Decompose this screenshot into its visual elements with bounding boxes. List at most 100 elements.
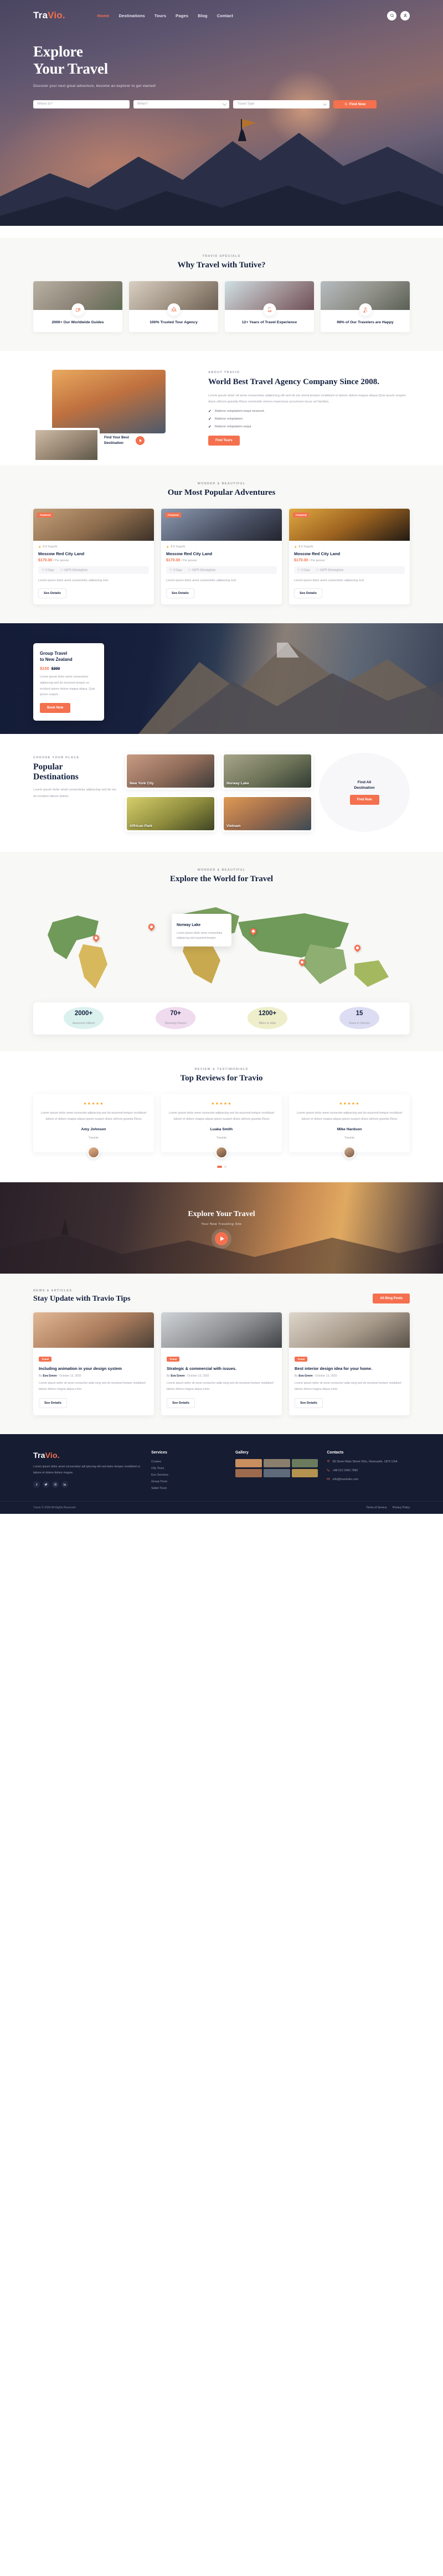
stat-label: Stunning Places bbox=[164, 1021, 187, 1025]
star-icon: ★ bbox=[38, 545, 42, 549]
feature-title: 98% of Our Travelers are Happy bbox=[337, 320, 394, 324]
stat-item: 2000+ Awesome Hikers bbox=[38, 1007, 130, 1030]
nav-item-pages[interactable]: Pages bbox=[176, 13, 188, 18]
destinations-text: Lorem ipsum dolor amet consectetur adipi… bbox=[33, 788, 116, 798]
footer-service-link[interactable]: Cruises bbox=[151, 1459, 226, 1466]
search-travel-type-select[interactable]: Travel Type bbox=[233, 100, 330, 108]
feature-title: 2000+ Our Worldwide Guides bbox=[51, 320, 104, 324]
user-icon[interactable] bbox=[400, 11, 410, 20]
terms-link[interactable]: Terms of Service bbox=[366, 1506, 387, 1509]
privacy-link[interactable]: Privacy Policy bbox=[393, 1506, 410, 1509]
footer-about-text: Lorem ipsum dolor amet consectetur adi i… bbox=[33, 1465, 140, 1475]
feature-card[interactable]: 100% Trusted Tour Agency bbox=[129, 281, 218, 333]
tour-title: Moscow Red City Land bbox=[294, 551, 341, 556]
see-details-button[interactable]: See Details bbox=[38, 588, 66, 598]
check-icon: ✓ bbox=[208, 425, 212, 429]
avatar bbox=[215, 1146, 228, 1158]
group-travel-banner: Group Travel to New Zealand $150 $300 Lore… bbox=[0, 623, 443, 734]
contact-email[interactable]: info@travelsite.com bbox=[327, 1477, 410, 1482]
gallery-thumb[interactable] bbox=[291, 1468, 318, 1477]
review-card: ★★★★★ Lorem ipsum dolor amet consectet a… bbox=[161, 1094, 282, 1158]
search-when-select[interactable]: When? bbox=[133, 100, 230, 108]
gallery-thumb[interactable] bbox=[235, 1458, 262, 1467]
star-icon: ★ bbox=[294, 545, 297, 549]
star-icon: ★ bbox=[166, 545, 169, 549]
blog-section: NEWS & ARTICLES Stay Update with Travio … bbox=[0, 1273, 443, 1434]
nav-item-destinations[interactable]: Destinations bbox=[119, 13, 145, 18]
tour-description: Lorem ipsum dolor amet consectetur adipi… bbox=[294, 579, 365, 583]
about-image-secondary bbox=[33, 428, 100, 463]
destination-card[interactable]: New York City bbox=[125, 752, 216, 789]
tour-card[interactable]: Featured ★ 8.0 Superb Moscow Red City Lan… bbox=[289, 508, 410, 604]
contact-phone[interactable]: +88 012 3456 7890 bbox=[327, 1468, 410, 1473]
all-blog-posts-button[interactable]: All Blog Posts bbox=[373, 1293, 410, 1303]
nav-item-home[interactable]: Home bbox=[97, 13, 110, 18]
gallery-thumb[interactable] bbox=[263, 1468, 290, 1477]
gallery-thumb[interactable] bbox=[235, 1468, 262, 1477]
destinations-grid: New York City Norway Lake Find All Destin… bbox=[125, 752, 410, 832]
see-details-button[interactable]: See Details bbox=[166, 588, 194, 598]
hero-search-bar: Where to? When? Travel Type Find Now bbox=[33, 100, 377, 108]
check-icon: ✓ bbox=[208, 417, 212, 421]
footer-logo[interactable]: TraVio. bbox=[33, 1451, 142, 1460]
logo[interactable]: TraVio. bbox=[33, 10, 65, 21]
about-badge[interactable]: Find Your Best Destination bbox=[104, 435, 145, 446]
destination-card[interactable]: Affrican Park bbox=[125, 795, 216, 832]
play-icon[interactable] bbox=[136, 436, 145, 445]
see-details-button[interactable]: See Details bbox=[39, 1398, 67, 1408]
blog-card[interactable]: Travel Including animation in your desig… bbox=[33, 1312, 154, 1415]
feature-card[interactable]: 2000+ Our Worldwide Guides bbox=[33, 281, 122, 333]
blog-image bbox=[161, 1312, 282, 1348]
blog-tag: Travel bbox=[167, 1356, 180, 1362]
instagram-icon[interactable] bbox=[52, 1481, 59, 1488]
tour-description: Lorem ipsum dolor amet consectetur adipi… bbox=[166, 579, 237, 583]
about-image-primary bbox=[52, 370, 166, 434]
blog-card[interactable]: Travel Strategic & commercial with issue… bbox=[161, 1312, 282, 1415]
gallery-thumb[interactable] bbox=[263, 1458, 290, 1467]
find-all-destination-panel[interactable]: Find All Destination Find Now bbox=[319, 752, 410, 832]
group-travel-card[interactable]: Group Travel to New Zealand $150 $300 Lore… bbox=[33, 643, 104, 721]
avatar bbox=[343, 1146, 356, 1158]
tour-tag: Featured bbox=[293, 512, 310, 518]
social-links bbox=[33, 1481, 142, 1488]
facebook-icon[interactable] bbox=[33, 1481, 40, 1488]
destination-card[interactable]: Norway Lake bbox=[222, 752, 313, 789]
blog-card[interactable]: Travel Best interior design idea for you… bbox=[289, 1312, 410, 1415]
carousel-dot-active[interactable] bbox=[217, 1165, 222, 1168]
map-icon bbox=[60, 568, 63, 571]
map-icon bbox=[316, 568, 319, 571]
find-now-button[interactable]: Find Now bbox=[349, 794, 379, 805]
blog-post-title: Best interior design idea for your home. bbox=[295, 1365, 373, 1371]
nav-item-tours[interactable]: Tours bbox=[154, 13, 166, 18]
twitter-icon[interactable] bbox=[43, 1481, 49, 1488]
footer-service-link[interactable]: Group Tours bbox=[151, 1479, 226, 1486]
destination-card[interactable]: Vietnam bbox=[222, 795, 313, 832]
search-where-input[interactable]: Where to? bbox=[33, 100, 130, 108]
footer-service-link[interactable]: City Tours bbox=[151, 1466, 226, 1472]
nav-item-blog[interactable]: Blog bbox=[198, 13, 207, 18]
see-details-button[interactable]: See Details bbox=[294, 588, 322, 598]
find-tours-button[interactable]: Find Tours bbox=[208, 435, 240, 446]
footer-services: Services Cruises City Tours Eco Services… bbox=[151, 1451, 226, 1492]
gallery-thumb[interactable] bbox=[291, 1458, 318, 1467]
find-now-button[interactable]: Find Now bbox=[333, 100, 377, 108]
footer-service-link[interactable]: Eco Services bbox=[151, 1472, 226, 1479]
linkedin-icon[interactable] bbox=[61, 1481, 68, 1488]
see-details-button[interactable]: See Details bbox=[295, 1398, 323, 1408]
nav-item-contact[interactable]: Contact bbox=[217, 13, 233, 18]
popular-destinations-section: CHOOSE YOUR PLACE Popular Destinations Lo… bbox=[0, 733, 443, 852]
map-tooltip-text: Lorem ipsum dolor amet consectetur adipi… bbox=[177, 931, 223, 940]
book-now-button[interactable]: Book Now bbox=[40, 703, 71, 713]
search-icon[interactable] bbox=[387, 11, 396, 20]
about-title: World Best Travel Agency Company Since 2… bbox=[208, 377, 380, 387]
tour-card[interactable]: Featured ★ 8.0 Superb Moscow Red City Lan… bbox=[33, 508, 154, 604]
carousel-dot[interactable] bbox=[224, 1165, 226, 1168]
tour-card[interactable]: Featured ★ 8.0 Superb Moscow Red City Lan… bbox=[161, 508, 282, 604]
footer-service-link[interactable]: Safari Tours bbox=[151, 1486, 226, 1492]
blog-header: NEWS & ARTICLES Stay Update with Travio … bbox=[33, 1289, 410, 1303]
feature-card[interactable]: 12+ Years of Travel Experience bbox=[225, 281, 314, 333]
feature-card[interactable]: 98% of Our Travelers are Happy bbox=[321, 281, 410, 333]
stat-value: 70+ bbox=[170, 1010, 181, 1017]
world-map[interactable]: Norway Lake Lorem ipsum dolor amet conse… bbox=[0, 892, 443, 1002]
see-details-button[interactable]: See Details bbox=[167, 1398, 195, 1408]
